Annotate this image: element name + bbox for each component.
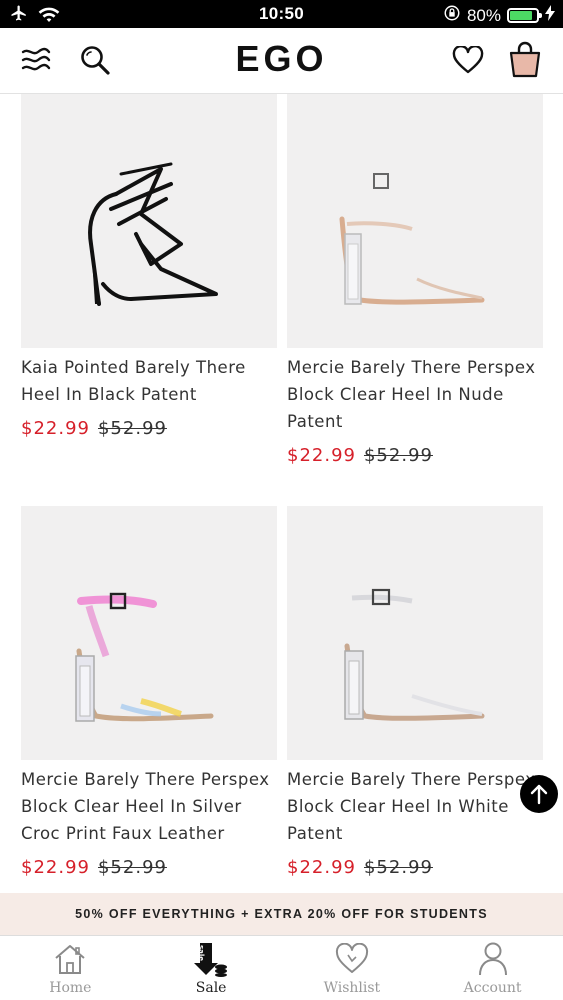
- battery-percent: 80%: [466, 5, 501, 25]
- product-price: $22.99 $52.99: [21, 418, 277, 439]
- nude-perspex-heel-image: [339, 173, 485, 305]
- scroll-to-top-button[interactable]: [520, 775, 558, 813]
- product-name[interactable]: Kaia Pointed Barely There Heel In Black …: [21, 354, 277, 408]
- original-price: $52.99: [97, 857, 167, 878]
- product-price: $22.99 $52.99: [21, 857, 277, 878]
- product-card[interactable]: Kaia Pointed Barely There Heel In Black …: [21, 94, 277, 439]
- sale-price: $22.99: [287, 857, 356, 878]
- product-grid: Kaia Pointed Barely There Heel In Black …: [0, 94, 563, 892]
- svg-text:sale: sale: [197, 945, 205, 961]
- product-name[interactable]: Mercie Barely There Perspex Block Clear …: [287, 766, 543, 847]
- tab-label: Sale: [195, 980, 227, 996]
- product-card[interactable]: Mercie Barely There Perspex Block Clear …: [21, 506, 277, 878]
- product-price: $22.99 $52.99: [287, 857, 543, 878]
- home-icon: [52, 940, 88, 978]
- tab-label: Wishlist: [323, 980, 381, 996]
- person-icon: [477, 940, 509, 978]
- shopping-bag-icon[interactable]: [507, 41, 543, 78]
- sale-price: $22.99: [21, 857, 90, 878]
- product-image[interactable]: [21, 94, 277, 348]
- sale-tag-icon: sale: [192, 940, 230, 978]
- tab-label: Account: [463, 980, 522, 996]
- rotation-lock-icon: [443, 4, 461, 27]
- product-name[interactable]: Mercie Barely There Perspex Block Clear …: [287, 354, 543, 435]
- product-name[interactable]: Mercie Barely There Perspex Block Clear …: [21, 766, 277, 847]
- original-price: $52.99: [363, 857, 433, 878]
- app-header: EGO: [0, 28, 563, 94]
- arrow-up-icon: [530, 784, 548, 805]
- charging-bolt-icon: [545, 5, 555, 26]
- tab-sale[interactable]: sale Sale: [141, 936, 282, 1000]
- product-image[interactable]: [21, 506, 277, 760]
- original-price: $52.99: [363, 445, 433, 466]
- white-perspex-heel-image: [344, 588, 485, 721]
- black-strappy-heel-image: [88, 162, 218, 306]
- original-price: $52.99: [97, 418, 167, 439]
- promo-banner[interactable]: 50% OFF EVERYTHING + EXTRA 20% OFF FOR S…: [0, 893, 563, 935]
- tab-wishlist[interactable]: Wishlist: [282, 936, 423, 1000]
- tab-account[interactable]: Account: [422, 936, 563, 1000]
- product-image[interactable]: [287, 94, 543, 348]
- sale-price: $22.99: [287, 445, 356, 466]
- iridescent-perspex-heel-image: [75, 592, 214, 722]
- heart-icon: [334, 940, 370, 978]
- wishlist-heart-icon[interactable]: [450, 42, 486, 78]
- product-image[interactable]: [287, 506, 543, 760]
- product-card[interactable]: Mercie Barely There Perspex Block Clear …: [287, 506, 543, 878]
- sale-price: $22.99: [21, 418, 90, 439]
- product-price: $22.99 $52.99: [287, 445, 543, 466]
- tab-label: Home: [49, 980, 92, 996]
- battery-icon: [507, 8, 542, 23]
- status-bar: 10:50 80%: [0, 0, 563, 28]
- bottom-tab-bar: Home sale Sale Wishlist Account: [0, 935, 563, 1000]
- tab-home[interactable]: Home: [0, 936, 141, 1000]
- product-card[interactable]: Mercie Barely There Perspex Block Clear …: [287, 94, 543, 466]
